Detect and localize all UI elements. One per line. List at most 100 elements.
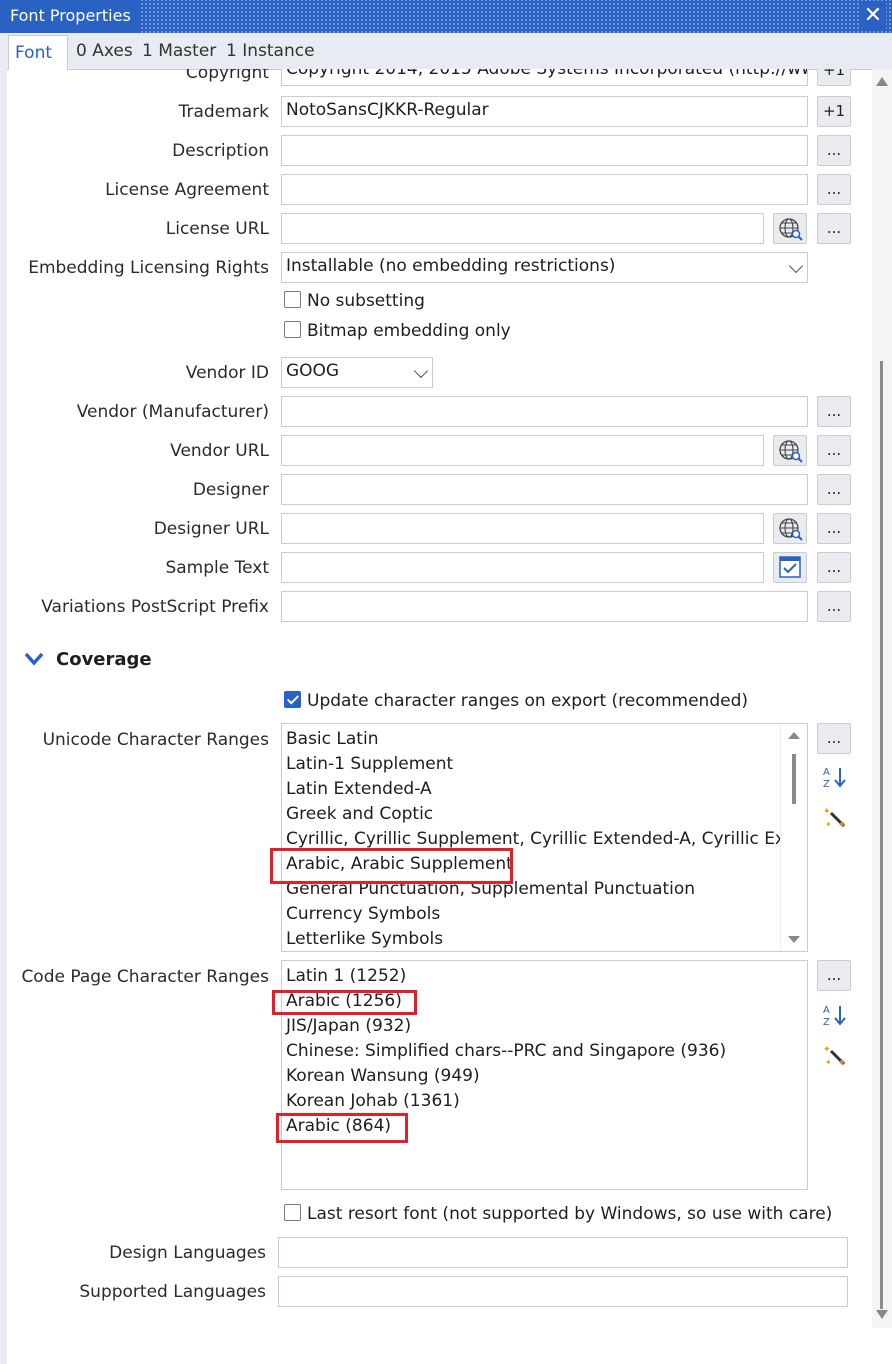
- license-url-field[interactable]: [281, 213, 764, 244]
- vendor-url-more-button[interactable]: ...: [817, 435, 851, 466]
- embedding-label: Embedding Licensing Rights: [28, 258, 269, 278]
- license-url-label: License URL: [165, 219, 269, 239]
- vendor-url-label: Vendor URL: [170, 441, 269, 461]
- scroll-up-icon[interactable]: [876, 77, 888, 86]
- codepage-ranges-more-button[interactable]: ...: [817, 960, 851, 991]
- designer-more-button[interactable]: ...: [817, 474, 851, 505]
- open-vendor-url-button[interactable]: [773, 435, 807, 466]
- trademark-increment-button[interactable]: +1: [817, 96, 851, 127]
- vendor-more-button[interactable]: ...: [817, 396, 851, 427]
- tab-bar: Font 0 Axes 1 Master 1 Instance: [0, 33, 892, 70]
- list-item[interactable]: Basic Latin: [282, 727, 807, 752]
- last-resort-label[interactable]: Last resort font (not supported by Windo…: [307, 1204, 832, 1224]
- license-url-more-button[interactable]: ...: [817, 213, 851, 244]
- svg-text:A: A: [823, 767, 830, 778]
- embedding-dropdown[interactable]: Installable (no embedding restrictions): [281, 252, 808, 283]
- variations-prefix-field[interactable]: [281, 591, 808, 622]
- sample-text-toggle-button[interactable]: [773, 552, 807, 583]
- open-url-button[interactable]: [773, 213, 807, 244]
- supported-languages-label: Supported Languages: [79, 1282, 266, 1302]
- last-resort-checkbox[interactable]: [284, 1204, 301, 1221]
- list-item[interactable]: Latin 1 (1252): [282, 964, 807, 989]
- description-label: Description: [172, 141, 269, 161]
- tab-instance[interactable]: 1 Instance: [226, 41, 315, 61]
- variations-prefix-more-button[interactable]: ...: [817, 591, 851, 622]
- checkbox-window-icon: [779, 556, 801, 578]
- magic-wand-icon[interactable]: ✦✦: [823, 1043, 847, 1067]
- scroll-thumb[interactable]: [792, 754, 796, 804]
- main-scrollbar[interactable]: [872, 69, 892, 1328]
- no-subsetting-checkbox[interactable]: [284, 291, 301, 308]
- window-title: Font Properties: [10, 6, 131, 25]
- list-item[interactable]: Currency Symbols: [282, 902, 807, 927]
- designer-url-more-button[interactable]: ...: [817, 513, 851, 544]
- update-ranges-checkbox[interactable]: [284, 691, 301, 708]
- close-icon[interactable]: ✕: [860, 2, 886, 30]
- vendor-url-field[interactable]: [281, 435, 764, 466]
- design-languages-field[interactable]: [278, 1237, 848, 1268]
- magic-wand-icon[interactable]: ✦✦: [823, 805, 847, 829]
- list-item[interactable]: Korean Wansung (949): [282, 1064, 807, 1089]
- chevron-down-icon[interactable]: [24, 651, 44, 667]
- list-item[interactable]: Latin-1 Supplement: [282, 752, 807, 777]
- scroll-down-icon[interactable]: [876, 1310, 888, 1319]
- scroll-down-icon[interactable]: [788, 936, 800, 943]
- coverage-section-title[interactable]: Coverage: [56, 649, 152, 670]
- title-bar: Font Properties ✕: [0, 0, 892, 33]
- designer-url-field[interactable]: [281, 513, 764, 544]
- designer-field[interactable]: [281, 474, 808, 505]
- unicode-ranges-more-button[interactable]: ...: [817, 723, 851, 754]
- copyright-label: Copyright: [185, 69, 269, 83]
- sort-az-icon[interactable]: AZ: [823, 1003, 847, 1027]
- highlight-box: [270, 848, 513, 884]
- bitmap-only-checkbox[interactable]: [284, 321, 301, 338]
- update-ranges-label[interactable]: Update character ranges on export (recom…: [307, 691, 748, 711]
- list-item[interactable]: Chinese: Simplified chars--PRC and Singa…: [282, 1039, 807, 1064]
- bitmap-only-label[interactable]: Bitmap embedding only: [307, 321, 511, 341]
- unicode-ranges-list[interactable]: Basic Latin Latin-1 Supplement Latin Ext…: [281, 723, 808, 952]
- svg-text:✦: ✦: [823, 1045, 831, 1055]
- description-more-button[interactable]: ...: [817, 135, 851, 166]
- sample-text-label: Sample Text: [165, 558, 269, 578]
- tab-axes[interactable]: 0 Axes: [76, 41, 133, 61]
- sort-az-icon[interactable]: AZ: [823, 765, 847, 789]
- designer-url-label: Designer URL: [153, 519, 269, 539]
- open-designer-url-button[interactable]: [773, 513, 807, 544]
- list-item[interactable]: Korean Johab (1361): [282, 1089, 807, 1114]
- unicode-ranges-label: Unicode Character Ranges: [42, 730, 269, 750]
- list-item[interactable]: Latin Extended-A: [282, 777, 807, 802]
- copyright-field[interactable]: Copyright 2014, 2015 Adobe Systems Incor…: [281, 69, 808, 86]
- supported-languages-field[interactable]: [278, 1276, 848, 1307]
- list-scrollbar[interactable]: [780, 724, 807, 951]
- scroll-thumb[interactable]: [880, 361, 883, 1309]
- highlight-box: [272, 990, 417, 1015]
- tab-font[interactable]: Font: [8, 35, 68, 70]
- vendor-id-dropdown[interactable]: GOOG: [281, 357, 433, 388]
- chevron-down-icon: [413, 363, 429, 379]
- list-item[interactable]: Letterlike Symbols: [282, 927, 807, 951]
- vendor-field[interactable]: [281, 396, 808, 427]
- vendor-label: Vendor (Manufacturer): [76, 402, 269, 422]
- no-subsetting-label[interactable]: No subsetting: [307, 291, 425, 311]
- designer-label: Designer: [192, 480, 269, 500]
- sample-text-more-button[interactable]: ...: [817, 552, 851, 583]
- design-languages-label: Design Languages: [109, 1243, 266, 1263]
- tab-master[interactable]: 1 Master: [142, 41, 216, 61]
- license-agreement-field[interactable]: [281, 174, 808, 205]
- svg-text:✦: ✦: [825, 820, 832, 829]
- vendor-id-value: GOOG: [286, 361, 340, 381]
- description-field[interactable]: [281, 135, 808, 166]
- sample-text-field[interactable]: [281, 552, 764, 583]
- svg-text:A: A: [823, 1005, 830, 1016]
- chevron-down-icon: [788, 258, 804, 274]
- svg-text:✦: ✦: [823, 807, 831, 817]
- license-agreement-more-button[interactable]: ...: [817, 174, 851, 205]
- copyright-increment-button[interactable]: +1: [817, 69, 851, 86]
- list-item[interactable]: Greek and Coptic: [282, 802, 807, 827]
- svg-text:Z: Z: [823, 779, 830, 789]
- trademark-field[interactable]: NotoSansCJKKR-Regular: [281, 96, 808, 127]
- highlight-box: [276, 1113, 408, 1143]
- list-item[interactable]: JIS/Japan (932): [282, 1014, 807, 1039]
- scroll-up-icon[interactable]: [788, 732, 800, 739]
- globe-search-icon: [779, 218, 803, 241]
